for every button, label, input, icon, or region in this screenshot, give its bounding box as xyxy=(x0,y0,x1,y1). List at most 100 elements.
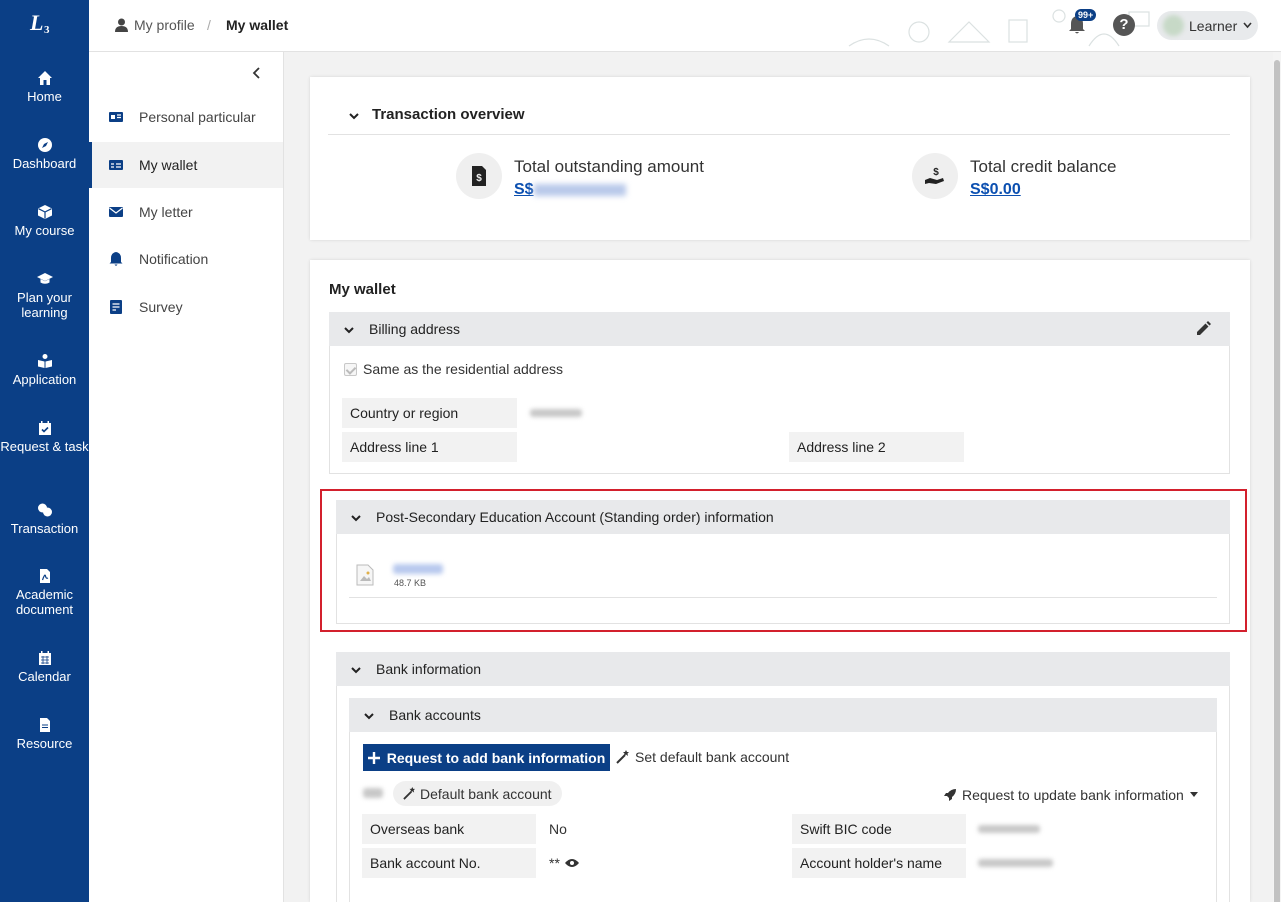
nav-label: Transaction xyxy=(10,521,79,536)
nav-item-plan-your-learning[interactable]: Plan your learning xyxy=(0,271,89,320)
bank-name-value xyxy=(363,788,383,798)
user-name: Learner xyxy=(1189,18,1238,34)
nav-item-home[interactable]: Home xyxy=(0,70,89,104)
billing-address-body: Same as the residential address Country … xyxy=(329,346,1230,474)
caret-down-icon xyxy=(1189,792,1198,797)
chevron-down-icon xyxy=(350,663,362,675)
hand-dollar-icon: $ xyxy=(912,153,958,199)
edit-pencil-icon[interactable] xyxy=(1195,321,1211,337)
book-reader-icon xyxy=(37,353,53,369)
eye-icon[interactable] xyxy=(564,858,579,868)
compass-icon xyxy=(37,137,53,153)
bell-icon xyxy=(108,251,124,267)
nav-item-transaction[interactable]: Transaction xyxy=(0,502,89,536)
transaction-overview-card: Transaction overview $ Total outstanding… xyxy=(310,77,1250,240)
envelope-icon xyxy=(108,204,124,220)
billing-address-header[interactable]: Billing address xyxy=(329,312,1230,346)
sidebar-item-label: My letter xyxy=(139,204,193,220)
nav-item-calendar[interactable]: Calendar xyxy=(0,650,89,684)
scrollbar-thumb[interactable] xyxy=(1274,60,1280,902)
breadcrumb-separator: / xyxy=(207,17,211,33)
app-logo[interactable]: L3 xyxy=(30,10,58,40)
nav-item-application[interactable]: Application xyxy=(0,353,89,387)
rocket-icon xyxy=(944,789,956,801)
account-holder-label: Account holder's name xyxy=(792,848,966,878)
add-bank-information-button[interactable]: Request to add bank information xyxy=(363,744,610,771)
transaction-overview-toggle[interactable]: Transaction overview xyxy=(348,106,525,123)
section-title: Bank accounts xyxy=(389,707,481,723)
outstanding-amount-label: Total outstanding amount xyxy=(514,157,704,176)
breadcrumb-current: My wallet xyxy=(226,17,289,33)
pdf-file-icon xyxy=(37,568,53,584)
svg-text:$: $ xyxy=(476,173,482,184)
nav-item-resource[interactable]: Resource xyxy=(0,717,89,751)
nav-item-my-course[interactable]: My course xyxy=(0,204,89,238)
nav-label: Dashboard xyxy=(12,156,77,171)
bank-information-body: Bank accounts Request to add bank inform… xyxy=(336,686,1230,902)
outstanding-amount-link[interactable]: S$ xyxy=(514,181,626,199)
update-bank-information-dropdown[interactable]: Request to update bank information xyxy=(943,787,1199,803)
calendar-check-icon xyxy=(37,420,53,436)
avatar xyxy=(1163,15,1184,36)
sidebar-item-my-letter[interactable]: My letter xyxy=(89,189,283,235)
calendar-icon xyxy=(37,650,53,666)
nav-label: Calendar xyxy=(18,669,71,684)
nav-item-dashboard[interactable]: Dashboard xyxy=(0,137,89,171)
file-icon xyxy=(37,717,53,733)
section-title: Transaction overview xyxy=(372,106,525,123)
plus-icon xyxy=(367,751,380,764)
default-bank-account-badge: Default bank account xyxy=(393,781,562,806)
user-menu[interactable]: Learner xyxy=(1157,11,1258,40)
collapse-sidebar-chevron-left-icon[interactable] xyxy=(252,66,262,80)
account-holder-value xyxy=(978,848,1053,878)
bank-account-no-value: ** xyxy=(549,848,579,878)
bank-account-no-label: Bank account No. xyxy=(362,848,536,878)
credit-balance-link[interactable]: S$0.00 xyxy=(970,181,1021,199)
survey-icon xyxy=(108,299,124,315)
country-region-label: Country or region xyxy=(342,398,517,428)
scrollbar[interactable] xyxy=(1273,52,1281,902)
main-navigation: L3 Home Dashboard My course Plan your le… xyxy=(0,0,89,902)
nav-item-request-task[interactable]: Request & task xyxy=(0,420,89,454)
redacted-amount xyxy=(533,183,626,196)
magic-wand-icon xyxy=(403,787,416,800)
nav-label: Resource xyxy=(16,736,73,751)
top-bar: My profile / My wallet 99+ ? Learner xyxy=(89,0,1281,52)
sidebar-item-label: Personal particular xyxy=(139,109,256,125)
chevron-down-icon xyxy=(348,109,360,121)
notification-count-badge: 99+ xyxy=(1075,9,1097,21)
divider xyxy=(328,134,1230,135)
sidebar-item-label: Survey xyxy=(139,299,183,315)
app-root: L3 Home Dashboard My course Plan your le… xyxy=(0,0,1281,902)
sidebar-item-label: My wallet xyxy=(139,157,198,173)
nav-label: Home xyxy=(27,89,62,104)
same-address-checkbox[interactable] xyxy=(344,363,357,376)
sidebar-item-survey[interactable]: Survey xyxy=(89,284,283,330)
sidebar-item-label: Notification xyxy=(139,251,209,267)
bank-information-header[interactable]: Bank information xyxy=(336,652,1230,686)
country-region-value xyxy=(530,398,582,428)
section-title: Billing address xyxy=(369,321,461,337)
sidebar-item-notification[interactable]: Notification xyxy=(89,236,283,282)
nav-label: Request & task xyxy=(0,439,89,454)
address-line-2-label: Address line 2 xyxy=(789,432,964,462)
magic-wand-icon xyxy=(616,750,629,764)
nav-label: Application xyxy=(12,372,77,387)
wallet-card-icon xyxy=(108,157,124,173)
home-icon xyxy=(37,70,53,86)
sidebar-item-my-wallet[interactable]: My wallet xyxy=(89,142,283,188)
profile-sidebar: Personal particular My wallet My letter … xyxy=(89,52,284,902)
chevron-down-icon xyxy=(363,709,375,721)
sidebar-item-personal-particular[interactable]: Personal particular xyxy=(89,94,283,140)
set-default-bank-account-button[interactable]: Set default bank account xyxy=(616,749,789,765)
bank-accounts-header[interactable]: Bank accounts xyxy=(349,698,1217,732)
money-exchange-icon xyxy=(37,502,53,518)
nav-item-academic-document[interactable]: Academic document xyxy=(0,568,89,617)
help-icon[interactable]: ? xyxy=(1113,14,1135,36)
user-icon xyxy=(115,18,128,32)
header-doodle-decoration xyxy=(848,9,1150,47)
nav-label: My course xyxy=(14,223,75,238)
breadcrumb-my-profile[interactable]: My profile xyxy=(115,17,195,33)
address-line-1-label: Address line 1 xyxy=(342,432,517,462)
chevron-down-icon xyxy=(343,323,355,335)
